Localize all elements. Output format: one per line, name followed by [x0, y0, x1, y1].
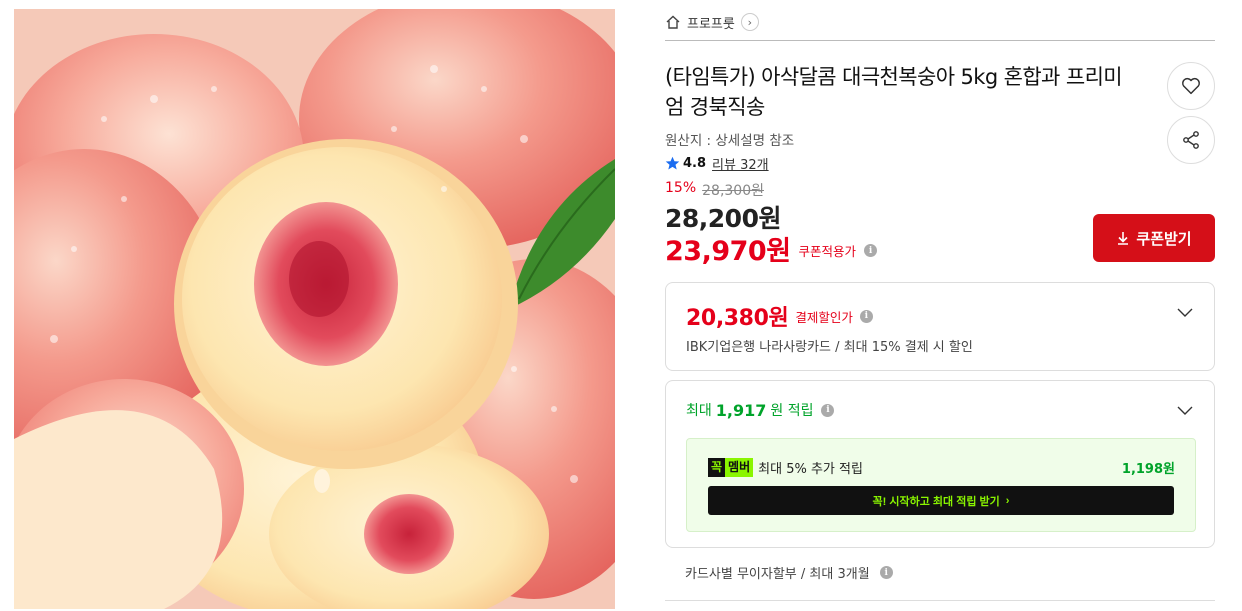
membership-promo: 꼭 멤버 최대 5% 추가 적립 1,198원 꼭! 시작하고 최대 적립 받기…: [686, 438, 1196, 532]
card-discount-price: 20,380원: [686, 306, 789, 331]
points-row: 최대 1,917 원 적립 i: [686, 400, 835, 420]
peach-photo: [14, 9, 615, 609]
membership-badge-part1: 꼭: [708, 458, 726, 477]
share-icon: [1183, 131, 1199, 149]
coupon-price: 23,970원: [665, 236, 791, 267]
info-icon[interactable]: i: [859, 309, 873, 323]
info-icon[interactable]: i: [864, 244, 878, 257]
product-info-panel: 프로프룻 › (타임특가) 아삭달콤 대극천복숭아 5kg 혼합과 프리미엄 경…: [665, 0, 1215, 611]
membership-header: 꼭 멤버 최대 5% 추가 적립: [708, 458, 863, 477]
download-icon: [1118, 232, 1129, 245]
heart-icon: [1182, 77, 1200, 95]
home-icon[interactable]: [665, 14, 681, 30]
card-price-row: 20,380원 결제할인가 i: [686, 300, 873, 332]
membership-start-button[interactable]: 꼭! 시작하고 최대 적립 받기 ›: [708, 486, 1174, 515]
coupon-price-label: 쿠폰적용가: [798, 244, 857, 259]
wishlist-button[interactable]: [1167, 62, 1215, 110]
card-discount-panel[interactable]: 20,380원 결제할인가 i IBK기업은행 나라사랑카드 / 최대 15% …: [665, 282, 1215, 371]
membership-start-label: 꼭! 시작하고 최대 적립 받기: [872, 495, 1000, 508]
divider: [665, 600, 1215, 601]
download-coupon-label: 쿠폰받기: [1136, 230, 1192, 248]
installment-info: 카드사별 무이자할부 / 최대 3개월 i: [685, 563, 893, 582]
installment-text: 카드사별 무이자할부 / 최대 3개월: [685, 567, 870, 582]
membership-badge: 꼭 멤버: [708, 458, 754, 477]
original-price: 28,300원: [702, 183, 764, 199]
share-button[interactable]: [1167, 116, 1215, 164]
rating: 4.8 리뷰 32개: [665, 154, 769, 173]
chevron-right-icon[interactable]: ›: [740, 13, 759, 31]
membership-amount: 1,198원: [1121, 462, 1175, 477]
points-prefix: 최대: [686, 403, 712, 419]
coupon-price-row: 23,970원 쿠폰적용가 i: [665, 229, 878, 268]
breadcrumb-store-link[interactable]: 프로프룻: [687, 13, 735, 32]
chevron-down-icon[interactable]: [1176, 303, 1194, 321]
discount-row: 15% 28,300원: [665, 180, 764, 200]
star-icon: [665, 156, 680, 170]
info-icon[interactable]: i: [879, 566, 893, 579]
points-panel[interactable]: 최대 1,917 원 적립 i 꼭 멤버 최대 5% 추가 적립 1,198원 …: [665, 380, 1215, 548]
discount-rate: 15%: [665, 180, 697, 196]
product-title: (타임특가) 아삭달콤 대극천복숭아 5kg 혼합과 프리미엄 경북직송: [665, 65, 1123, 119]
info-icon[interactable]: i: [821, 403, 835, 417]
download-coupon-button[interactable]: 쿠폰받기: [1093, 214, 1215, 262]
card-discount-label: 결제할인가: [795, 309, 853, 325]
divider: [665, 40, 1215, 41]
origin-info: 원산지 : 상세설명 참조: [665, 133, 795, 149]
card-discount-desc: IBK기업은행 나라사랑카드 / 최대 15% 결제 시 할인: [686, 340, 973, 355]
rating-score: 4.8: [683, 156, 707, 171]
chevron-right-icon: ›: [1005, 494, 1010, 507]
membership-text: 최대 5% 추가 적립: [758, 462, 863, 477]
review-count-link[interactable]: 리뷰 32개: [712, 154, 769, 173]
points-amount: 1,917: [715, 400, 767, 420]
chevron-down-icon[interactable]: [1176, 401, 1194, 419]
membership-badge-part2: 멤버: [725, 458, 754, 477]
product-image[interactable]: [14, 9, 615, 609]
points-suffix: 원 적립: [770, 403, 814, 419]
breadcrumb[interactable]: 프로프룻 ›: [665, 11, 759, 33]
